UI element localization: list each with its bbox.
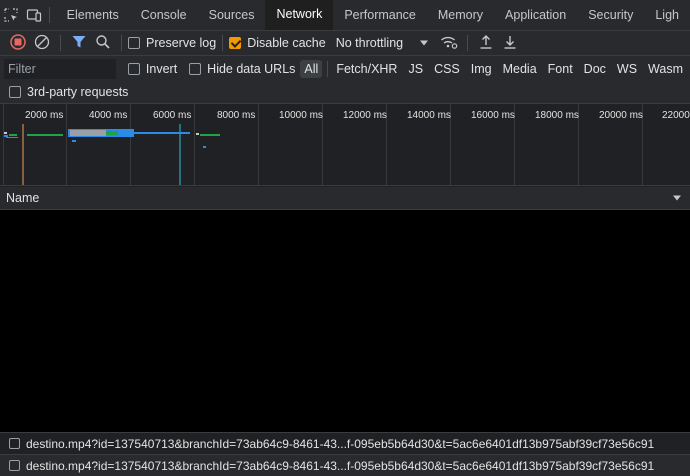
throttling-dropdown-icon[interactable] [419,39,429,47]
network-toolbar: Preserve log Disable cache No throttling [0,31,690,56]
third-party-label: 3rd-party requests [27,85,129,99]
record-icon [10,33,26,53]
request-bar [72,140,76,142]
toolbar-divider [222,35,224,51]
table-row[interactable]: destino.mp4?id=137540713&branchId=73ab64… [0,454,690,476]
invert-label: Invert [145,61,178,76]
type-filter-all[interactable]: All [300,59,323,78]
record-stop-button[interactable] [6,31,30,55]
filter-toggle-button[interactable] [67,31,91,55]
import-har-button[interactable] [474,31,498,55]
requests-table-header: Name [0,187,690,210]
preserve-log-checkbox[interactable] [128,37,140,49]
type-filter-wasm[interactable]: Wasm [644,60,687,78]
clear-button[interactable] [30,31,54,55]
devtools-tabbar: Elements Console Sources Network Perform… [0,0,690,31]
request-bar [196,133,199,135]
disable-cache-label: Disable cache [247,36,326,50]
download-icon [502,34,518,53]
column-header-name[interactable]: Name [6,191,39,205]
request-bar [9,134,17,136]
network-overview-timeline[interactable]: 2000 ms 4000 ms 6000 ms 8000 ms 10000 ms… [0,104,690,186]
table-row[interactable]: destino.mp4?id=137540713&branchId=73ab64… [0,432,690,454]
disable-cache-checkbox[interactable] [229,37,242,49]
request-name: destino.mp4?id=137540713&branchId=73ab64… [26,458,655,473]
filter-placeholder: Filter [8,61,36,76]
clear-icon [34,34,50,53]
type-filter-font[interactable]: Font [544,60,577,78]
tab-lighthouse[interactable]: Ligh [644,0,690,30]
request-bar [134,132,190,134]
tab-sources[interactable]: Sources [198,0,266,30]
type-filter-css[interactable]: CSS [430,60,464,78]
inspect-element-icon[interactable] [0,0,22,30]
wifi-settings-icon [440,34,458,53]
request-bar [200,134,220,136]
request-name: destino.mp4?id=137540713&branchId=73ab64… [26,436,655,451]
type-filter-doc[interactable]: Doc [580,60,610,78]
row-checkbox[interactable] [9,460,20,471]
tab-console[interactable]: Console [130,0,198,30]
sort-dropdown-icon[interactable] [672,191,682,205]
request-bar [4,135,8,137]
upload-icon [478,34,494,53]
type-filter-media[interactable]: Media [499,60,541,78]
request-bar-waiting [70,130,106,136]
tab-elements[interactable]: Elements [56,0,130,30]
type-filter-img[interactable]: Img [467,60,496,78]
tab-application[interactable]: Application [494,0,577,30]
preserve-log-label: Preserve log [146,36,217,50]
network-conditions-button[interactable] [437,31,461,55]
request-bar-download [106,131,118,135]
invert-checkbox[interactable] [127,62,140,75]
timeline-bars [4,124,220,185]
tabbar-divider [48,7,50,23]
throttling-select[interactable]: No throttling [336,36,403,50]
hide-data-urls-label: Hide data URLs [207,61,296,76]
filter-divider [327,60,329,77]
filter-bar: Filter Invert Hide data URLs All Fetch/X… [0,56,690,81]
tab-security[interactable]: Security [577,0,644,30]
requests-list-area [0,210,690,432]
row-checkbox[interactable] [9,438,20,449]
request-bar [4,132,7,134]
search-button[interactable] [91,31,115,55]
tab-performance[interactable]: Performance [333,0,427,30]
hide-data-urls-checkbox[interactable] [189,62,202,75]
toolbar-divider [467,35,469,51]
export-har-button[interactable] [498,31,522,55]
filter-icon [71,34,87,53]
type-filter-fetch-xhr[interactable]: Fetch/XHR [332,60,401,78]
tab-network[interactable]: Network [265,0,334,30]
type-filter-ws[interactable]: WS [613,60,641,78]
search-icon [95,34,111,53]
request-bar [203,146,206,148]
tab-memory[interactable]: Memory [427,0,494,30]
toolbar-divider [121,35,122,51]
third-party-row: 3rd-party requests [0,81,690,104]
request-bar [6,137,18,138]
third-party-checkbox[interactable] [9,86,21,98]
filter-input[interactable]: Filter [4,58,116,79]
type-filter-js[interactable]: JS [404,60,427,78]
device-toolbar-icon[interactable] [22,0,44,30]
toolbar-divider [60,35,61,51]
request-bar [27,134,63,136]
resource-type-filters: All Fetch/XHR JS CSS Img Media Font Doc … [300,59,690,78]
